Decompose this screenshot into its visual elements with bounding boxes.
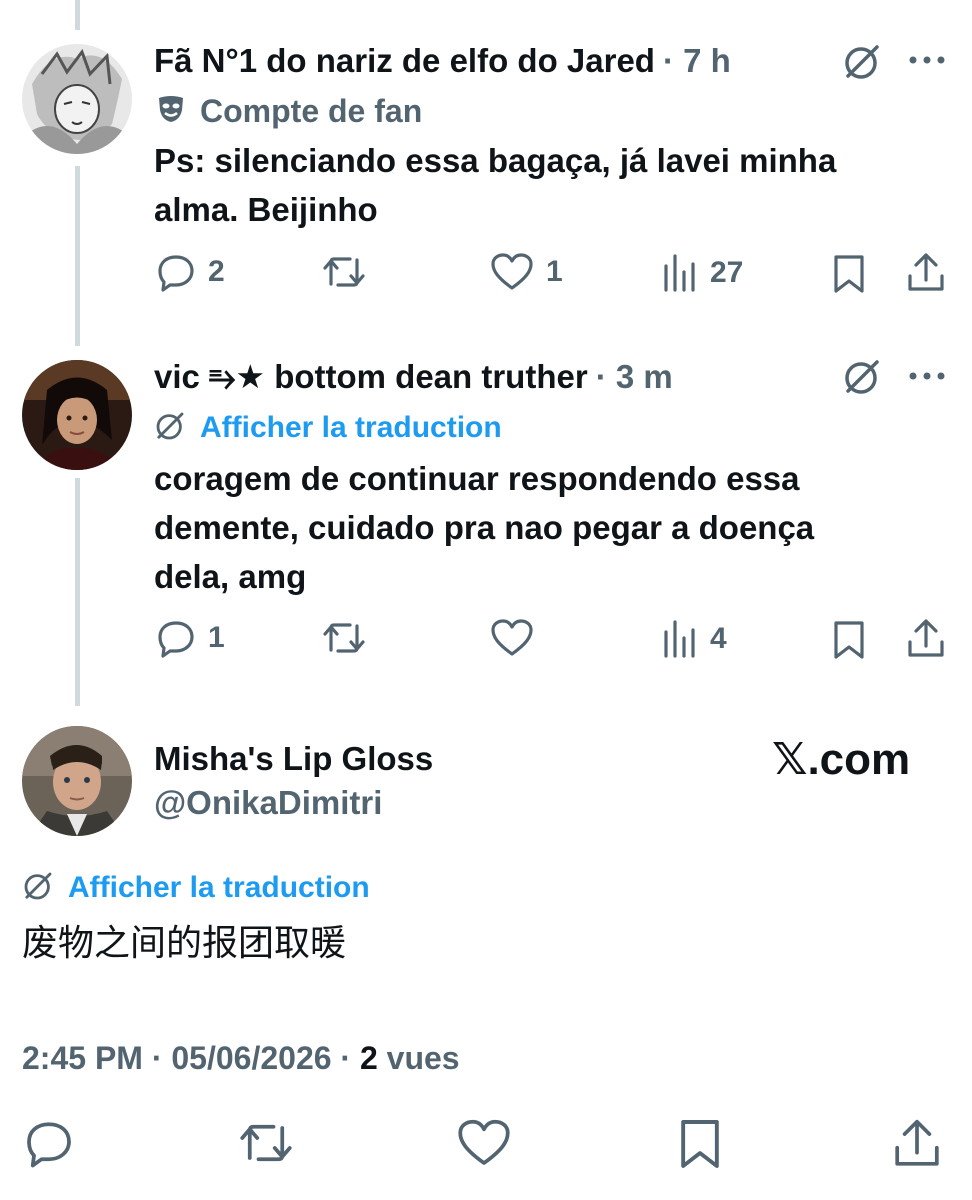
reply-button[interactable]: 1 [156,618,225,658]
like-icon [491,619,533,656]
retweet-icon[interactable] [238,1118,294,1173]
site-watermark: 𝕏.com [772,735,911,784]
bookmark-icon[interactable] [832,254,866,299]
tweet-time[interactable]: · 7 h [663,42,731,80]
tweet1-header: Fã N°1 do nariz de elfo do Jared · 7 h [154,38,731,84]
views-count: 2 [359,1040,378,1076]
display-name[interactable]: Misha's Lip Gloss [154,740,433,778]
like-count: 1 [546,255,563,288]
tweet-text-line: Ps: silenciando essa bagaça, já lavei mi… [154,142,837,179]
retweet-button[interactable] [322,252,366,292]
tweet-text: Ps: silenciando essa bagaça, já lavei mi… [154,136,836,234]
translate-link[interactable]: Afficher la traduction [154,408,502,448]
more-icon[interactable] [908,368,946,389]
grok-icon[interactable] [842,357,882,402]
tweet-text-line: coragem de continuar respondendo essa [154,460,800,497]
reply-count: 1 [208,621,225,654]
tweet-text: coragem de continuar respondendo essa de… [154,454,814,601]
views-count: 27 [710,256,744,289]
translate-link[interactable]: Afficher la traduction [22,868,370,908]
avatar[interactable] [22,726,132,836]
fan-label-text: Compte de fan [200,92,423,129]
thread-line-2 [75,478,80,706]
timestamp-row: 2:45 PM · 05/06/2026 · 2 vues [22,1040,460,1077]
display-name[interactable]: vic ⥱★ bottom dean truther [154,357,588,397]
views-button[interactable]: 4 [662,620,727,658]
tweet-text: 废物之间的报团取暖 [22,922,347,963]
views-count: 4 [710,622,727,655]
display-name[interactable]: Fã N°1 do nariz de elfo do Jared [154,42,655,80]
retweet-button[interactable] [322,618,366,658]
grok-icon [22,870,54,907]
views-label: vues [377,1040,460,1076]
more-icon[interactable] [908,52,946,73]
views-icon [664,620,695,658]
grok-icon[interactable] [842,42,882,87]
user-handle[interactable]: @OnikaDimitri [154,784,382,822]
like-button[interactable]: 1 [490,252,563,292]
share-icon[interactable] [906,252,946,299]
fan-account-label: Compte de fan [156,90,422,132]
author-name-row: Misha's Lip Gloss [154,736,433,782]
reply-icon [158,621,194,658]
timestamp[interactable]: 2:45 PM · 05/06/2026 · [22,1040,360,1076]
avatar[interactable] [22,360,132,470]
tweet-text-line: demente, cuidado pra nao pegar a doença [154,509,815,546]
like-icon [491,253,533,290]
like-icon[interactable] [456,1118,512,1173]
bookmark-icon[interactable] [678,1118,722,1175]
like-button[interactable] [490,618,546,658]
share-icon[interactable] [906,618,946,665]
avatar[interactable] [22,44,132,154]
thread-line-1 [75,166,80,346]
reply-icon[interactable] [24,1118,74,1173]
reply-button[interactable]: 2 [156,252,225,292]
retweet-icon [323,623,365,653]
tweet-time[interactable]: · 3 m [596,358,673,396]
tweet-text-line: alma. Beijinho [154,191,378,228]
retweet-icon [323,257,365,287]
share-icon[interactable] [892,1118,942,1175]
translate-label[interactable]: Afficher la traduction [200,411,502,445]
tweet-text-line: dela, amg [154,558,307,595]
grok-icon [154,410,186,447]
reply-count: 2 [208,255,225,288]
tweet2-header: vic ⥱★ bottom dean truther · 3 m [154,354,673,400]
views-button[interactable]: 27 [662,254,743,292]
views-icon [664,254,695,292]
thread-line-top [75,0,80,30]
mask-icon [156,94,186,129]
reply-icon [158,255,194,292]
author-handle-row: @OnikaDimitri [154,780,382,826]
bookmark-icon[interactable] [832,620,866,665]
translate-label[interactable]: Afficher la traduction [68,871,370,905]
